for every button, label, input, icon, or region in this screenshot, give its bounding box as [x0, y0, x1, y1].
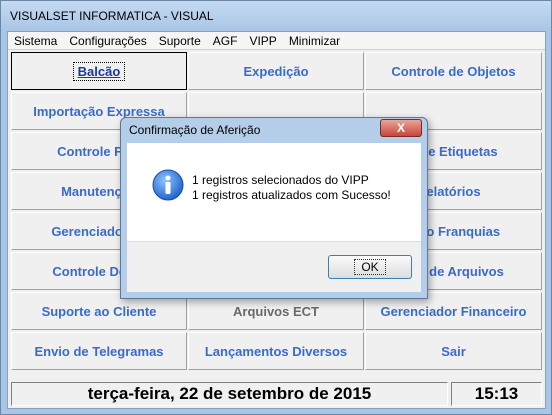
controle-de-objetos-label: Controle de Objetos — [391, 63, 516, 79]
balcao-label: Balcão — [72, 61, 126, 81]
sair-label: Sair — [441, 343, 466, 359]
dialog-body: 1 registros selecionados do VIPP 1 regis… — [127, 143, 421, 241]
menu-suporte[interactable]: Suporte — [153, 32, 207, 49]
menu-vipp[interactable]: VIPP — [243, 32, 282, 49]
dialog-footer: OK — [127, 241, 421, 292]
menu-configuracoes[interactable]: Configurações — [63, 32, 152, 49]
window-title: VISUALSET INFORMATICA - VISUAL — [10, 9, 214, 23]
title-bar: VISUALSET INFORMATICA - VISUAL — [1, 1, 551, 31]
arquivos-ect-label: Arquivos ECT — [233, 303, 319, 319]
relatorios-label: elatórios — [426, 183, 481, 199]
expedicao-button[interactable]: Expedição — [188, 52, 364, 90]
status-time: 15:13 — [451, 382, 542, 406]
confirmation-dialog: Confirmação de Aferição X 1 registros se… — [120, 117, 428, 299]
menu-minimizar[interactable]: Minimizar — [283, 32, 346, 49]
lancamentos-diversos-label: Lançamentos Diversos — [204, 343, 348, 359]
envio-de-telegramas-label: Envio de Telegramas — [34, 343, 164, 359]
sair-button[interactable]: Sair — [365, 332, 542, 370]
info-icon — [152, 169, 184, 201]
menu-sistema[interactable]: Sistema — [8, 32, 63, 49]
ok-button[interactable]: OK — [328, 255, 412, 279]
status-date: terça-feira, 22 de setembro de 2015 — [11, 382, 448, 406]
expedicao-label: Expedição — [243, 63, 309, 79]
ok-label: OK — [354, 259, 386, 275]
close-icon: X — [396, 121, 405, 135]
balcao-button[interactable]: Balcão — [11, 52, 187, 90]
envio-de-telegramas-button[interactable]: Envio de Telegramas — [11, 332, 187, 370]
message-line-1: 1 registros selecionados do VIPP — [192, 173, 369, 187]
dialog-title: Confirmação de Aferição — [129, 123, 261, 137]
menu-bar: Sistema Configurações Suporte AGF VIPP Minimi… — [8, 32, 545, 50]
menu-agf[interactable]: AGF — [207, 32, 244, 49]
lancamentos-diversos-button[interactable]: Lançamentos Diversos — [188, 332, 364, 370]
dialog-message: 1 registros selecionados do VIPP 1 regis… — [192, 173, 391, 203]
controle-de-objetos-button[interactable]: Controle de Objetos — [365, 52, 542, 90]
dialog-close-button[interactable]: X — [380, 119, 422, 137]
message-line-2: 1 registros atualizados com Sucesso! — [192, 188, 391, 202]
suporte-ao-cliente-label: Suporte ao Cliente — [41, 303, 157, 319]
gerenciador-financeiro-label: Gerenciador Financeiro — [380, 303, 527, 319]
